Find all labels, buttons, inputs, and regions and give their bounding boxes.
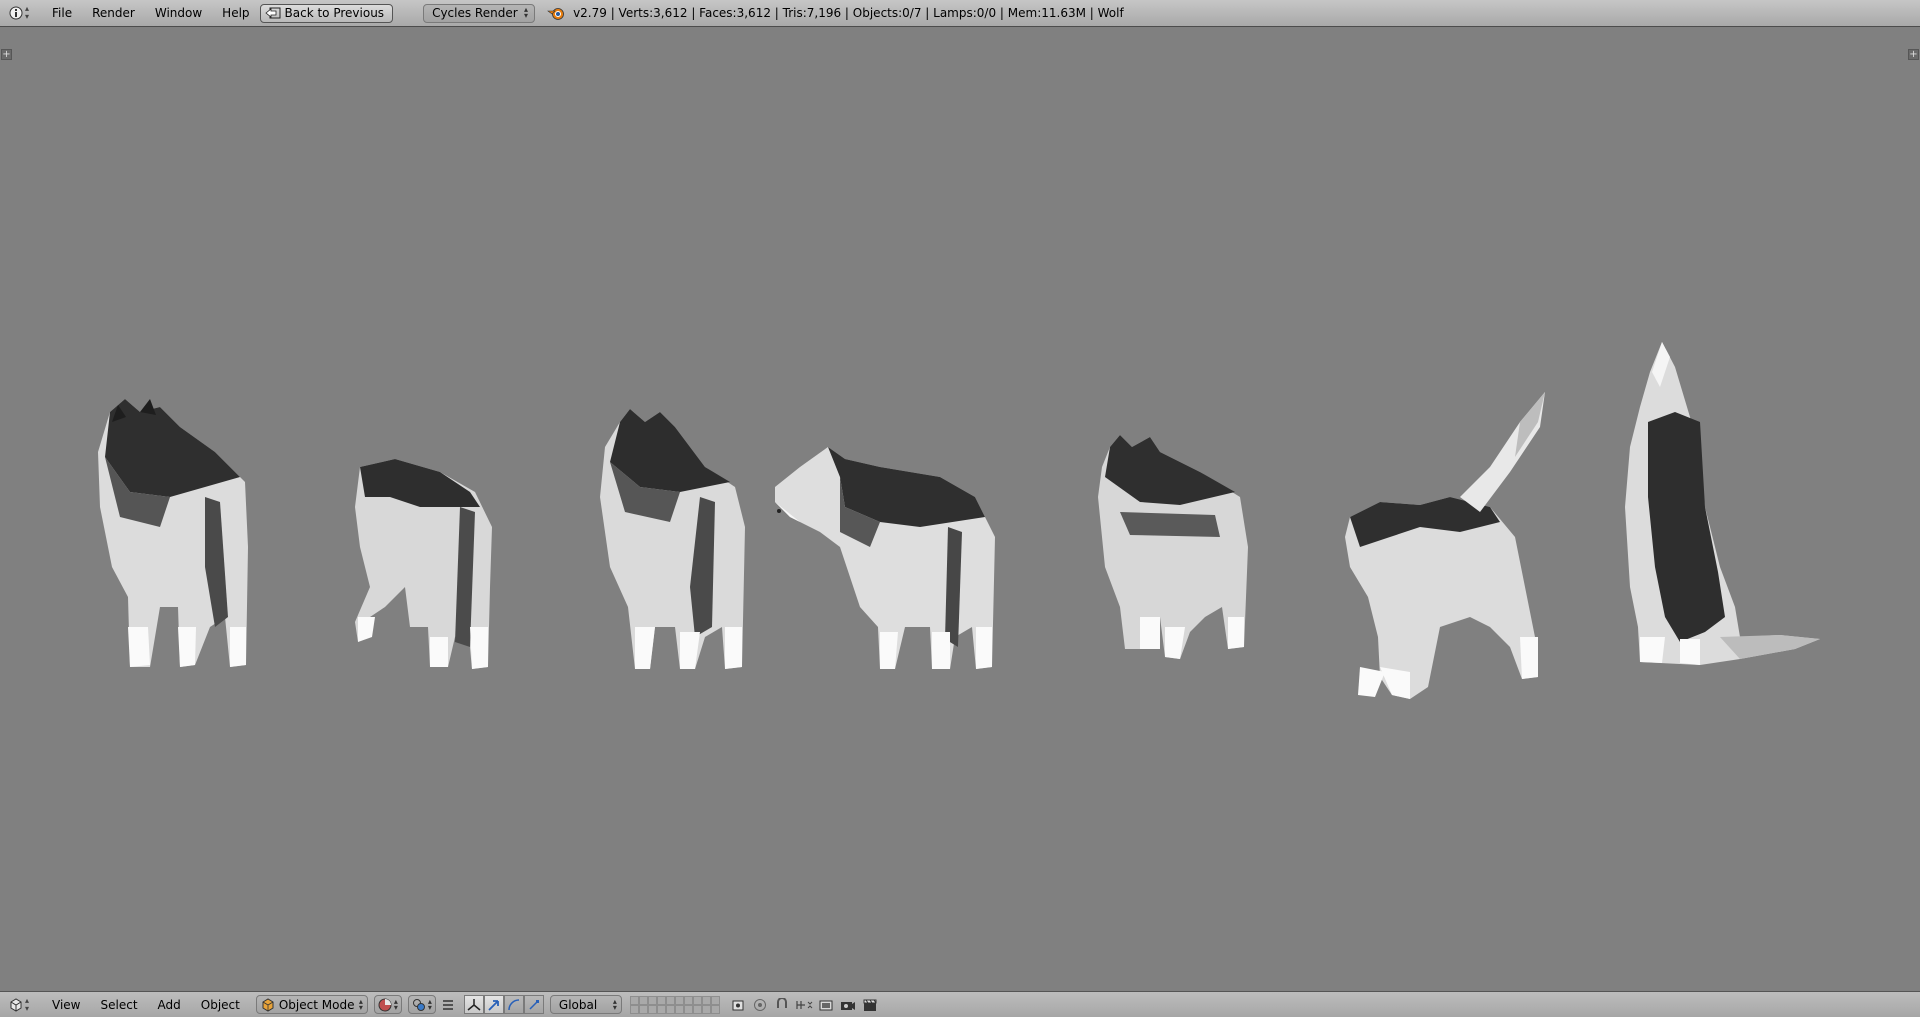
menu-add[interactable]: Add <box>148 994 191 1016</box>
transform-orientation-label: Global <box>558 997 598 1012</box>
menu-object[interactable]: Object <box>191 994 250 1016</box>
manipulator-toggle-button[interactable] <box>463 995 484 1014</box>
layer-button[interactable] <box>683 1004 693 1014</box>
menu-select[interactable]: Select <box>91 994 148 1016</box>
chevron-updown-icon: ▴ ▾ <box>25 995 30 1013</box>
layer-button[interactable] <box>674 995 684 1005</box>
pivot-point-icon <box>412 998 425 1011</box>
object-mode-icon <box>262 997 274 1012</box>
scene-layers-grid[interactable] <box>629 995 720 1014</box>
chevron-updown-icon: ▴ ▾ <box>427 996 432 1012</box>
rotate-arc-icon <box>508 998 519 1010</box>
layer-button[interactable] <box>701 1004 711 1014</box>
scale-icon <box>529 999 539 1010</box>
layer-button[interactable] <box>656 995 666 1005</box>
render-image-icon <box>819 1000 833 1010</box>
snap-toggle-button[interactable] <box>772 995 792 1014</box>
manipulator-icon <box>467 998 481 1011</box>
menu-window[interactable]: Window <box>145 2 212 24</box>
scene-statistics: v2.79 | Verts:3,612 | Faces:3,612 | Tris… <box>573 6 1124 20</box>
lock-camera-button[interactable] <box>728 995 748 1014</box>
scale-manipulator-button[interactable] <box>523 995 544 1014</box>
layer-button[interactable] <box>665 995 675 1005</box>
chevron-updown-icon: ▴ ▾ <box>358 996 363 1012</box>
back-arrow-icon <box>264 7 281 19</box>
clapperboard-icon <box>863 999 877 1011</box>
wolf-model[interactable] <box>775 447 995 669</box>
interaction-mode-label: Object Mode <box>278 997 355 1012</box>
menu-file[interactable]: File <box>42 2 82 24</box>
3d-viewport[interactable]: + + <box>0 27 1920 991</box>
wolf-model[interactable] <box>98 399 248 667</box>
align-icon <box>442 999 453 1010</box>
3d-view-header: ▴ ▾ View Select Add Object Object Mode ▴ ▾… <box>0 991 1920 1017</box>
render-engine-label: Cycles Render <box>432 6 518 20</box>
transform-manipulator-group <box>463 995 544 1014</box>
wolf-model[interactable] <box>1625 342 1820 665</box>
editor-type-selector[interactable]: ▴ ▾ <box>6 994 32 1015</box>
magnet-icon <box>776 997 787 1008</box>
info-header: ▴ ▾ File Render Window Help Back to Previ… <box>0 0 1920 27</box>
layer-button[interactable] <box>674 1004 684 1014</box>
wolf-model[interactable] <box>355 459 492 669</box>
menu-help[interactable]: Help <box>212 2 259 24</box>
layer-button[interactable] <box>656 1004 666 1014</box>
translate-manipulator-button[interactable] <box>483 995 504 1014</box>
layer-button[interactable] <box>629 1004 639 1014</box>
chevron-updown-icon: ▴ ▾ <box>25 4 30 21</box>
layer-button[interactable] <box>710 1004 720 1014</box>
camera-icon <box>840 1001 855 1010</box>
render-animation-button[interactable] <box>860 995 880 1014</box>
layer-button[interactable] <box>692 1004 702 1014</box>
layer-button[interactable] <box>629 995 639 1005</box>
lock-icon <box>732 1000 744 1010</box>
chevron-updown-icon: ▴ ▾ <box>393 996 398 1012</box>
rotate-manipulator-button[interactable] <box>503 995 524 1014</box>
snap-element-select[interactable] <box>794 995 814 1014</box>
opengl-render-button[interactable] <box>816 995 836 1014</box>
render-still-button[interactable] <box>838 995 858 1014</box>
layer-button[interactable] <box>647 1004 657 1014</box>
wolf-model[interactable] <box>600 409 745 669</box>
layer-button[interactable] <box>665 1004 675 1014</box>
back-to-previous-button[interactable]: Back to Previous <box>259 3 394 23</box>
menu-view[interactable]: View <box>42 994 90 1016</box>
chevron-updown-icon: ▴ ▾ <box>524 5 529 20</box>
interaction-mode-select[interactable]: Object Mode ▴ ▾ <box>255 995 368 1014</box>
info-icon <box>9 6 23 20</box>
layer-button[interactable] <box>638 995 648 1005</box>
proportional-edit-icon <box>753 998 766 1011</box>
wolf-model[interactable] <box>1345 392 1545 699</box>
solid-shading-icon <box>378 998 392 1011</box>
cube-editor-icon <box>10 997 22 1012</box>
render-engine-select[interactable]: Cycles Render ▴ ▾ <box>423 3 536 23</box>
blender-logo-icon <box>547 8 564 20</box>
layer-button[interactable] <box>638 1004 648 1014</box>
back-to-previous-label: Back to Previous <box>284 6 385 20</box>
wolf-models-group <box>98 342 1820 699</box>
wolf-model[interactable] <box>1098 435 1248 659</box>
menu-render[interactable]: Render <box>82 2 145 24</box>
chevron-updown-icon: ▴ ▾ <box>612 996 617 1012</box>
editor-type-selector[interactable]: ▴ ▾ <box>6 3 32 24</box>
layer-button[interactable] <box>710 995 720 1005</box>
snap-increment-icon <box>796 1000 813 1009</box>
layer-button[interactable] <box>692 995 702 1005</box>
transform-orientation-select[interactable]: Global ▴ ▾ <box>549 995 622 1014</box>
viewport-shading-select[interactable]: ▴ ▾ <box>373 995 402 1014</box>
pivot-point-select[interactable]: ▴ ▾ <box>407 995 436 1014</box>
layer-button[interactable] <box>683 995 693 1005</box>
proportional-editing-button[interactable] <box>750 995 770 1014</box>
layer-button[interactable] <box>647 995 657 1005</box>
layer-button[interactable] <box>701 995 711 1005</box>
align-to-view-button[interactable] <box>438 995 458 1014</box>
translate-arrow-icon <box>488 999 499 1011</box>
